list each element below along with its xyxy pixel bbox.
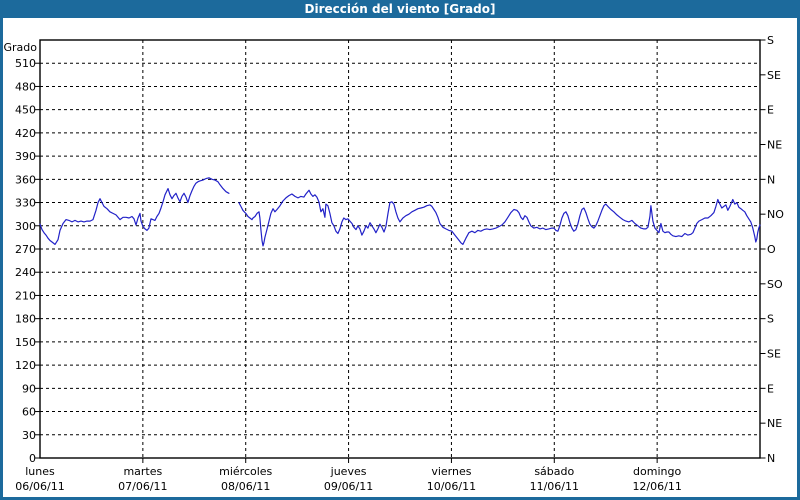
y-left-tick-label: 90	[22, 382, 36, 395]
y-left-tick-label: 360	[15, 173, 36, 186]
day-name-label: jueves	[330, 465, 367, 478]
y-left-tick-label: 270	[15, 243, 36, 256]
day-date-label: 09/06/11	[324, 480, 373, 493]
y-left-tick-label: 210	[15, 289, 36, 302]
day-name-label: martes	[123, 465, 162, 478]
day-date-label: 11/06/11	[530, 480, 579, 493]
wind-direction-chart: Grado 0 30 60 90 120 150 180 210 240 270 300 330 360 3…	[4, 34, 785, 493]
day-date-label: 07/06/11	[118, 480, 167, 493]
y-left-tick-label: 180	[15, 313, 36, 326]
y-left-tick-label: 30	[22, 429, 36, 442]
compass-label: E	[767, 382, 774, 395]
y-left-tick-label: 60	[22, 406, 36, 419]
y-left-tick-label: 510	[15, 57, 36, 70]
y-left-tick-label: 480	[15, 80, 36, 93]
y-left-tick-label: 0	[29, 452, 36, 465]
compass-label: E	[767, 104, 774, 117]
day-date-label: 06/06/11	[15, 480, 64, 493]
compass-label: S	[767, 34, 774, 47]
day-date-label: 08/06/11	[221, 480, 270, 493]
series-line-wind-direction	[39, 177, 761, 247]
y-left-tick-label: 420	[15, 127, 36, 140]
compass-label: N	[767, 173, 775, 186]
day-name-label: lunes	[25, 465, 55, 478]
compass-label: N	[767, 452, 775, 465]
y-left-tick-label: 120	[15, 359, 36, 372]
y-left-tick-label: 150	[15, 336, 36, 349]
compass-label: S	[767, 313, 774, 326]
day-date-label: 12/06/11	[632, 480, 681, 493]
compass-label: SO	[767, 278, 783, 291]
day-name-label: miércoles	[219, 465, 272, 478]
day-name-label: viernes	[431, 465, 471, 478]
y-left-tick-label: 450	[15, 104, 36, 117]
compass-label: O	[767, 243, 776, 256]
compass-label: NO	[767, 208, 784, 221]
compass-label: NE	[767, 417, 782, 430]
y-left-tick-label: 390	[15, 150, 36, 163]
y-left-tick-label: 300	[15, 220, 36, 233]
y-left-tick-label: 240	[15, 266, 36, 279]
compass-label: SE	[767, 69, 781, 82]
day-name-label: domingo	[633, 465, 681, 478]
compass-label: SE	[767, 348, 781, 361]
chart-window: Dirección del viento [Grado] Grado 0 30 60 9…	[0, 0, 800, 500]
y-left-tick-label: 330	[15, 197, 36, 210]
day-name-label: sábado	[534, 465, 574, 478]
compass-label: NE	[767, 139, 782, 152]
y-axis-title: Grado	[4, 41, 38, 54]
day-date-label: 10/06/11	[427, 480, 476, 493]
